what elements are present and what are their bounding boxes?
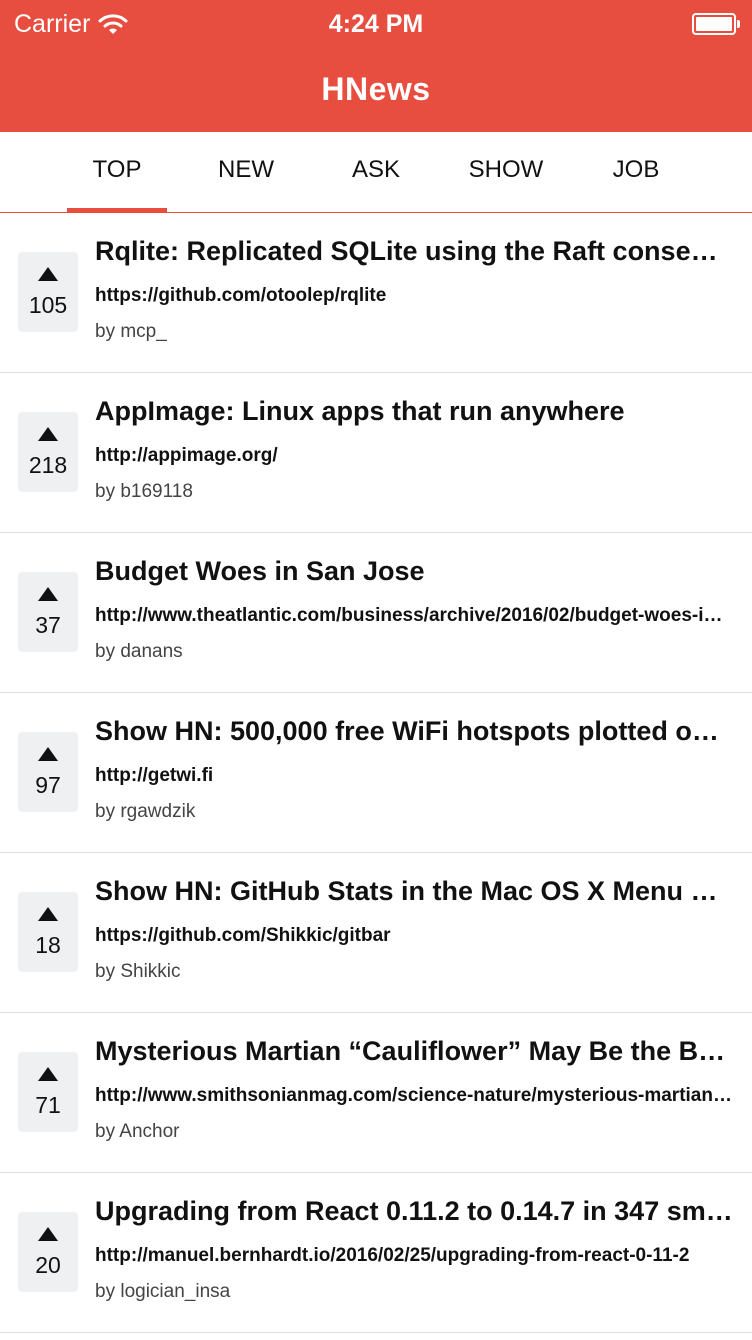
upvote-button[interactable]: 18 — [18, 892, 78, 972]
story-title[interactable]: Show HN: 500,000 free WiFi hotspots plot… — [95, 713, 734, 749]
story-url[interactable]: https://github.com/Shikkic/gitbar — [95, 923, 734, 949]
upvote-arrow-icon — [38, 267, 58, 281]
upvote-arrow-icon — [38, 1067, 58, 1081]
upvote-arrow-icon — [38, 587, 58, 601]
score-count: 37 — [35, 612, 61, 638]
story-row[interactable]: 97 Show HN: 500,000 free WiFi hotspots p… — [0, 693, 752, 853]
app-header: Carrier 4:24 PM HNews — [0, 0, 752, 132]
tab-new[interactable]: NEW — [196, 132, 296, 212]
score-count: 20 — [35, 1252, 61, 1278]
story-row[interactable]: 218 AppImage: Linux apps that run anywhe… — [0, 373, 752, 533]
story-row[interactable]: 105 Rqlite: Replicated SQLite using the … — [0, 213, 752, 373]
story-url[interactable]: http://manuel.bernhardt.io/2016/02/25/up… — [95, 1243, 734, 1269]
upvote-button[interactable]: 20 — [18, 1212, 78, 1292]
story-author: by mcp_ — [95, 321, 167, 342]
battery-icon — [692, 13, 740, 35]
score-count: 105 — [28, 292, 68, 318]
story-url[interactable]: http://getwi.fi — [95, 763, 734, 789]
app-title: HNews — [321, 71, 431, 107]
story-url[interactable]: http://appimage.org/ — [95, 443, 734, 469]
score-count: 18 — [35, 932, 61, 958]
story-title[interactable]: Upgrading from React 0.11.2 to 0.14.7 in… — [95, 1193, 734, 1229]
status-bar: Carrier 4:24 PM — [0, 0, 752, 50]
tab-bar: TOP NEW ASK SHOW JOB — [0, 132, 752, 213]
story-list: 105 Rqlite: Replicated SQLite using the … — [0, 213, 752, 1333]
upvote-button[interactable]: 105 — [18, 252, 78, 332]
tab-job[interactable]: JOB — [586, 132, 686, 212]
story-row[interactable]: 18 Show HN: GitHub Stats in the Mac OS X… — [0, 853, 752, 1013]
story-title[interactable]: Show HN: GitHub Stats in the Mac OS X Me… — [95, 873, 734, 909]
upvote-button[interactable]: 218 — [18, 412, 78, 492]
upvote-button[interactable]: 71 — [18, 1052, 78, 1132]
score-count: 71 — [35, 1092, 61, 1118]
upvote-button[interactable]: 37 — [18, 572, 78, 652]
upvote-arrow-icon — [38, 907, 58, 921]
upvote-button[interactable]: 97 — [18, 732, 78, 812]
story-row[interactable]: 71 Mysterious Martian “Cauliflower” May … — [0, 1013, 752, 1173]
story-title[interactable]: Mysterious Martian “Cauliflower” May Be … — [95, 1033, 734, 1069]
score-count: 218 — [28, 452, 68, 478]
story-author: by danans — [95, 641, 183, 662]
story-url[interactable]: https://github.com/otoolep/rqlite — [95, 283, 734, 309]
story-author: by b169118 — [95, 481, 193, 502]
story-title[interactable]: Budget Woes in San Jose — [95, 553, 734, 589]
upvote-arrow-icon — [38, 427, 58, 441]
tab-top[interactable]: TOP — [67, 132, 167, 212]
story-author: by Shikkic — [95, 961, 181, 982]
story-row[interactable]: 37 Budget Woes in San Jose http://www.th… — [0, 533, 752, 693]
story-title[interactable]: AppImage: Linux apps that run anywhere — [95, 393, 734, 429]
story-row[interactable]: 20 Upgrading from React 0.11.2 to 0.14.7… — [0, 1173, 752, 1333]
upvote-arrow-icon — [38, 747, 58, 761]
story-url[interactable]: http://www.smithsonianmag.com/science-na… — [95, 1083, 734, 1109]
story-title[interactable]: Rqlite: Replicated SQLite using the Raft… — [95, 233, 734, 269]
score-count: 97 — [35, 772, 61, 798]
story-author: by logician_insa — [95, 1281, 231, 1302]
story-author: by Anchor — [95, 1121, 180, 1142]
story-author: by rgawdzik — [95, 801, 196, 822]
tab-ask[interactable]: ASK — [326, 132, 426, 212]
tab-show[interactable]: SHOW — [456, 132, 556, 212]
upvote-arrow-icon — [38, 1227, 58, 1241]
story-url[interactable]: http://www.theatlantic.com/business/arch… — [95, 603, 734, 629]
status-time: 4:24 PM — [328, 10, 424, 38]
